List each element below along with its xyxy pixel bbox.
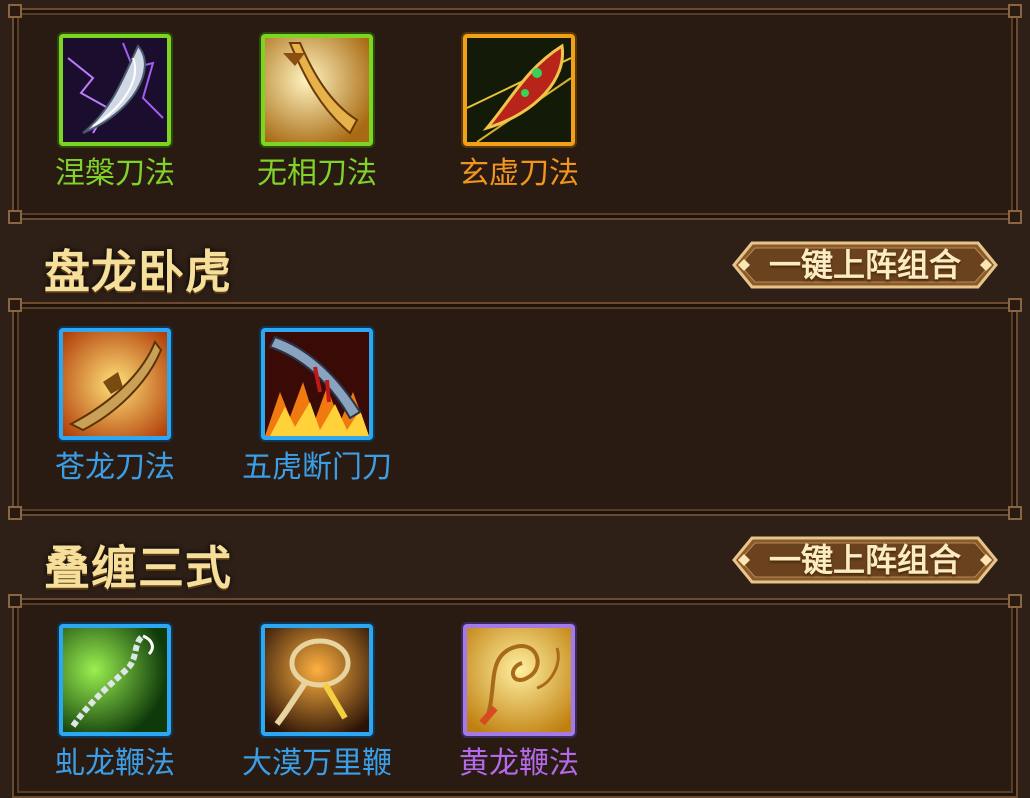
skill-card-niepan[interactable]: 涅槃刀法: [12, 34, 175, 194]
skill-name: 五虎断门刀: [242, 450, 392, 485]
corner-ornament: [1008, 210, 1022, 224]
deploy-combo-button[interactable]: 一键上阵组合: [722, 535, 1008, 585]
flaming-dragon-blade-icon[interactable]: [59, 328, 171, 440]
rope-whip-icon[interactable]: [261, 624, 373, 736]
skill-card-canglong[interactable]: 苍龙刀法: [12, 328, 175, 488]
group-title-panlong: 盘龙卧虎: [44, 245, 232, 299]
skill-name: 无相刀法: [257, 156, 377, 191]
skill-card-qiulong[interactable]: 虬龙鞭法: [12, 624, 175, 784]
green-chain-whip-icon[interactable]: [59, 624, 171, 736]
corner-ornament: [8, 298, 22, 312]
deploy-combo-label: 一键上阵组合: [768, 541, 961, 579]
skill-name: 虬龙鞭法: [55, 746, 175, 781]
skill-name: 涅槃刀法: [55, 156, 175, 191]
skill-card-wuxiang[interactable]: 无相刀法: [214, 34, 377, 194]
deploy-combo-button[interactable]: 一键上阵组合: [722, 240, 1008, 290]
skill-card-huanglong[interactable]: 黄龙鞭法: [416, 624, 579, 784]
corner-ornament: [1008, 594, 1022, 608]
golden-whip-icon[interactable]: [463, 624, 575, 736]
purple-lightning-blade-icon[interactable]: [59, 34, 171, 146]
skill-card-xuanxu[interactable]: 玄虚刀法: [416, 34, 579, 194]
group-title-diechan: 叠缠三式: [44, 541, 232, 595]
skill-name: 黄龙鞭法: [459, 746, 579, 781]
corner-ornament: [8, 594, 22, 608]
skill-card-wuhu[interactable]: 五虎断门刀: [214, 328, 392, 488]
skill-card-damo[interactable]: 大漠万里鞭: [214, 624, 392, 784]
corner-ornament: [8, 506, 22, 520]
corner-ornament: [8, 4, 22, 18]
skill-name: 玄虚刀法: [459, 156, 579, 191]
ornate-red-blade-icon[interactable]: [463, 34, 575, 146]
golden-sabre-icon[interactable]: [261, 34, 373, 146]
corner-ornament: [1008, 506, 1022, 520]
corner-ornament: [8, 210, 22, 224]
skill-name: 苍龙刀法: [55, 450, 175, 485]
skill-name: 大漠万里鞭: [242, 746, 392, 781]
bloody-fire-blade-icon[interactable]: [261, 328, 373, 440]
deploy-combo-label: 一键上阵组合: [768, 246, 961, 284]
corner-ornament: [1008, 4, 1022, 18]
corner-ornament: [1008, 298, 1022, 312]
